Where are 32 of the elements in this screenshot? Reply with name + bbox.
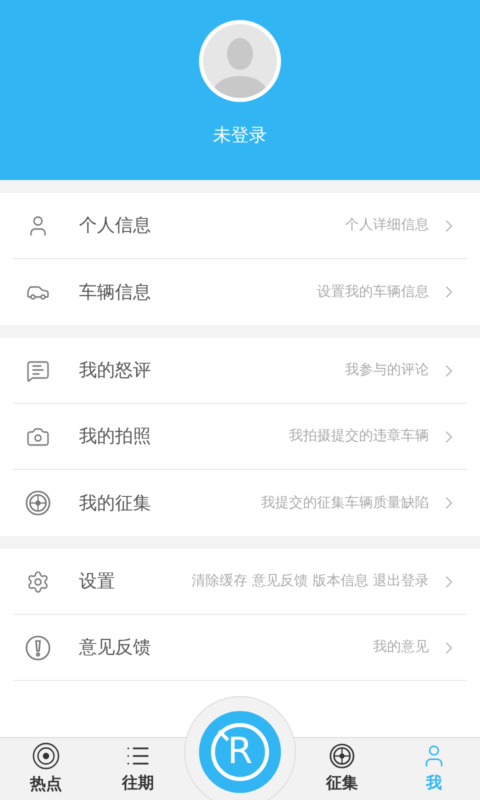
menu-detail: 清除缓存 意见反馈 版本信息 退出登录 <box>192 572 429 591</box>
menu-row[interactable]: 我的征集 我提交的征集车辆质量缺陷 <box>13 470 467 536</box>
menu-row[interactable]: 车辆信息 设置我的车辆信息 <box>13 259 467 325</box>
wheel-icon <box>329 743 355 769</box>
menu-label: 个人信息 <box>79 214 151 238</box>
avatar-silhouette-icon <box>203 24 277 98</box>
menu-detail: 我拍摄提交的违章车辆 <box>289 427 429 446</box>
menu-detail: 个人详细信息 <box>345 216 429 235</box>
menu-label: 我的征集 <box>79 492 151 516</box>
menu-label: 车辆信息 <box>79 280 151 304</box>
menu-row[interactable]: 意见反馈 我的意见 <box>13 615 467 681</box>
nav-tab[interactable]: 征集 <box>296 738 388 800</box>
settings-icon <box>26 570 50 594</box>
menu-row[interactable]: 我的拍照 我拍摄提交的违章车辆 <box>13 404 467 470</box>
menu-detail: 设置我的车辆信息 <box>317 282 429 302</box>
menu-detail: 我提交的征集车辆质量缺陷 <box>261 494 429 512</box>
menu-label: 设置 <box>79 570 115 594</box>
nav-tab[interactable]: 往期 <box>92 738 184 800</box>
menu-detail: 我的意见 <box>373 638 429 657</box>
menu-label: 意见反馈 <box>79 636 151 660</box>
menu-row[interactable]: 设置 清除缓存 意见反馈 版本信息 退出登录 <box>13 549 467 615</box>
wheel-icon <box>25 490 51 516</box>
slash-icon <box>218 730 229 741</box>
target-icon <box>32 742 60 770</box>
menu-detail: 我参与的评论 <box>345 361 429 380</box>
exclamation-icon <box>25 634 51 660</box>
menu-label: 我的拍照 <box>79 425 151 449</box>
menu-row[interactable]: 我的怒评 我参与的评论 <box>13 338 467 404</box>
menu-row[interactable]: 个人信息 个人详细信息 <box>13 193 467 259</box>
comment-icon <box>26 358 50 382</box>
nav-tab[interactable]: 热点 <box>0 738 92 800</box>
menu-label: 我的怒评 <box>79 359 151 383</box>
